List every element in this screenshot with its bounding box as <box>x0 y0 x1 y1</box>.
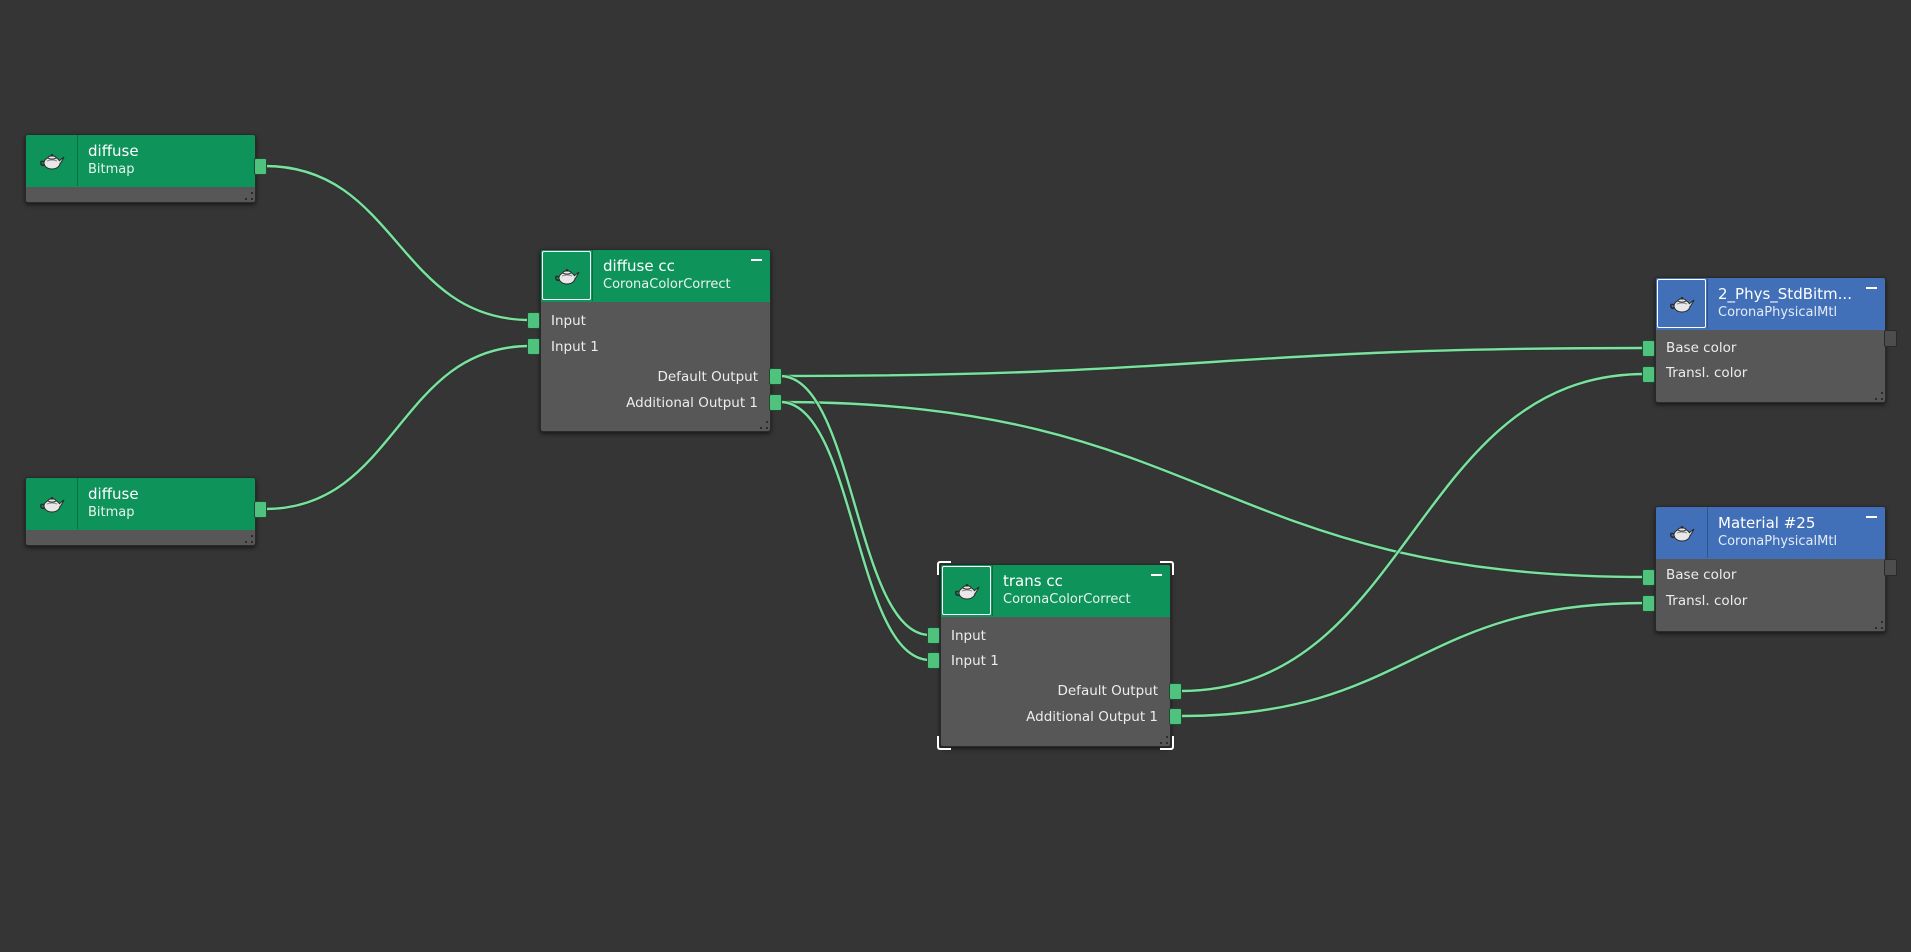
output-label: Additional Output 1 <box>1026 709 1158 725</box>
selection-corner <box>937 561 951 575</box>
selection-corner <box>937 736 951 750</box>
node-phys-std-material[interactable]: 2_Phys_StdBitm... CoronaPhysicalMtl Base… <box>1655 277 1886 403</box>
output-port[interactable] <box>254 501 267 518</box>
selection-corner <box>1160 561 1174 575</box>
input-label: Input 1 <box>551 339 599 355</box>
input-port[interactable] <box>527 312 540 329</box>
connection-wire[interactable] <box>264 344 531 511</box>
input-port[interactable] <box>927 627 940 644</box>
connection-wire[interactable] <box>779 400 1646 579</box>
node-title: diffuse <box>88 485 139 503</box>
node-title: 2_Phys_StdBitm... <box>1718 285 1852 303</box>
teapot-icon <box>541 250 593 301</box>
input-label: Input 1 <box>951 653 999 669</box>
minimize-icon[interactable] <box>1866 287 1877 289</box>
connection-wire[interactable] <box>779 374 931 637</box>
input-port[interactable] <box>1642 595 1655 612</box>
selection-corner <box>1160 736 1174 750</box>
input-label: Input <box>951 628 986 644</box>
node-diffuse-bitmap-1[interactable]: diffuse Bitmap <box>25 134 256 203</box>
node-type: CoronaPhysicalMtl <box>1718 534 1838 549</box>
output-port[interactable] <box>254 158 267 175</box>
teapot-icon <box>1656 507 1708 558</box>
connection-wire[interactable] <box>1179 372 1646 693</box>
node-trans-cc[interactable]: trans cc CoronaColorCorrect Input Input … <box>940 564 1171 747</box>
resize-grip-icon[interactable] <box>760 421 768 429</box>
node-editor-canvas[interactable]: diffuse Bitmap diffuse Bitmap diffuse cc… <box>0 0 1911 952</box>
input-port[interactable] <box>1642 340 1655 357</box>
node-title: diffuse cc <box>603 257 675 275</box>
node-diffuse-bitmap-2[interactable]: diffuse Bitmap <box>25 477 256 546</box>
teapot-icon <box>26 135 78 186</box>
resize-grip-icon[interactable] <box>245 535 253 543</box>
node-title: trans cc <box>1003 572 1063 590</box>
node-material-25[interactable]: Material #25 CoronaPhysicalMtl Base colo… <box>1655 506 1886 632</box>
input-port[interactable] <box>527 338 540 355</box>
node-title: Material #25 <box>1718 514 1816 532</box>
node-type: CoronaPhysicalMtl <box>1718 305 1838 320</box>
node-type: Bitmap <box>88 505 135 520</box>
connection-wires <box>264 163 1646 719</box>
connection-wire[interactable] <box>1179 601 1646 718</box>
minimize-icon[interactable] <box>751 259 762 261</box>
node-title: diffuse <box>88 142 139 160</box>
node-type: CoronaColorCorrect <box>1003 592 1131 607</box>
resize-grip-icon[interactable] <box>1875 392 1883 400</box>
input-label: Input <box>551 313 586 329</box>
output-port[interactable] <box>769 368 782 385</box>
output-label: Default Output <box>1057 683 1158 699</box>
output-port[interactable] <box>769 394 782 411</box>
output-port[interactable] <box>1169 683 1182 700</box>
connection-wire[interactable] <box>779 400 931 662</box>
teapot-icon <box>26 478 78 529</box>
input-port[interactable] <box>927 652 940 669</box>
input-port[interactable] <box>1642 366 1655 383</box>
connection-wire[interactable] <box>779 346 1646 378</box>
teapot-icon <box>1656 278 1708 329</box>
node-type: CoronaColorCorrect <box>603 277 731 292</box>
output-port[interactable] <box>1884 330 1897 347</box>
input-label: Transl. color <box>1666 365 1748 381</box>
output-port[interactable] <box>1169 708 1182 725</box>
input-port[interactable] <box>1642 569 1655 586</box>
output-label: Additional Output 1 <box>626 395 758 411</box>
connection-wire[interactable] <box>264 164 531 322</box>
resize-grip-icon[interactable] <box>1875 621 1883 629</box>
output-port[interactable] <box>1884 559 1897 576</box>
minimize-icon[interactable] <box>1866 516 1877 518</box>
output-label: Default Output <box>657 369 758 385</box>
resize-grip-icon[interactable] <box>245 192 253 200</box>
node-type: Bitmap <box>88 162 135 177</box>
input-label: Base color <box>1666 567 1737 583</box>
input-label: Transl. color <box>1666 593 1748 609</box>
input-label: Base color <box>1666 340 1737 356</box>
node-diffuse-cc[interactable]: diffuse cc CoronaColorCorrect Input Inpu… <box>540 249 771 432</box>
